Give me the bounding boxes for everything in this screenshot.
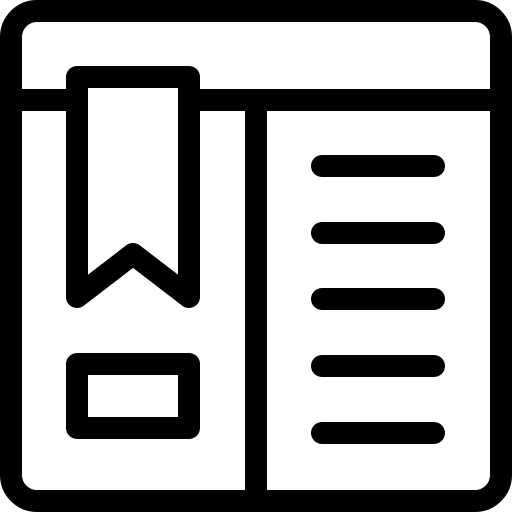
image-placeholder [66,353,200,439]
bookmark-icon [66,66,200,308]
bookmark-page-icon [0,0,512,512]
